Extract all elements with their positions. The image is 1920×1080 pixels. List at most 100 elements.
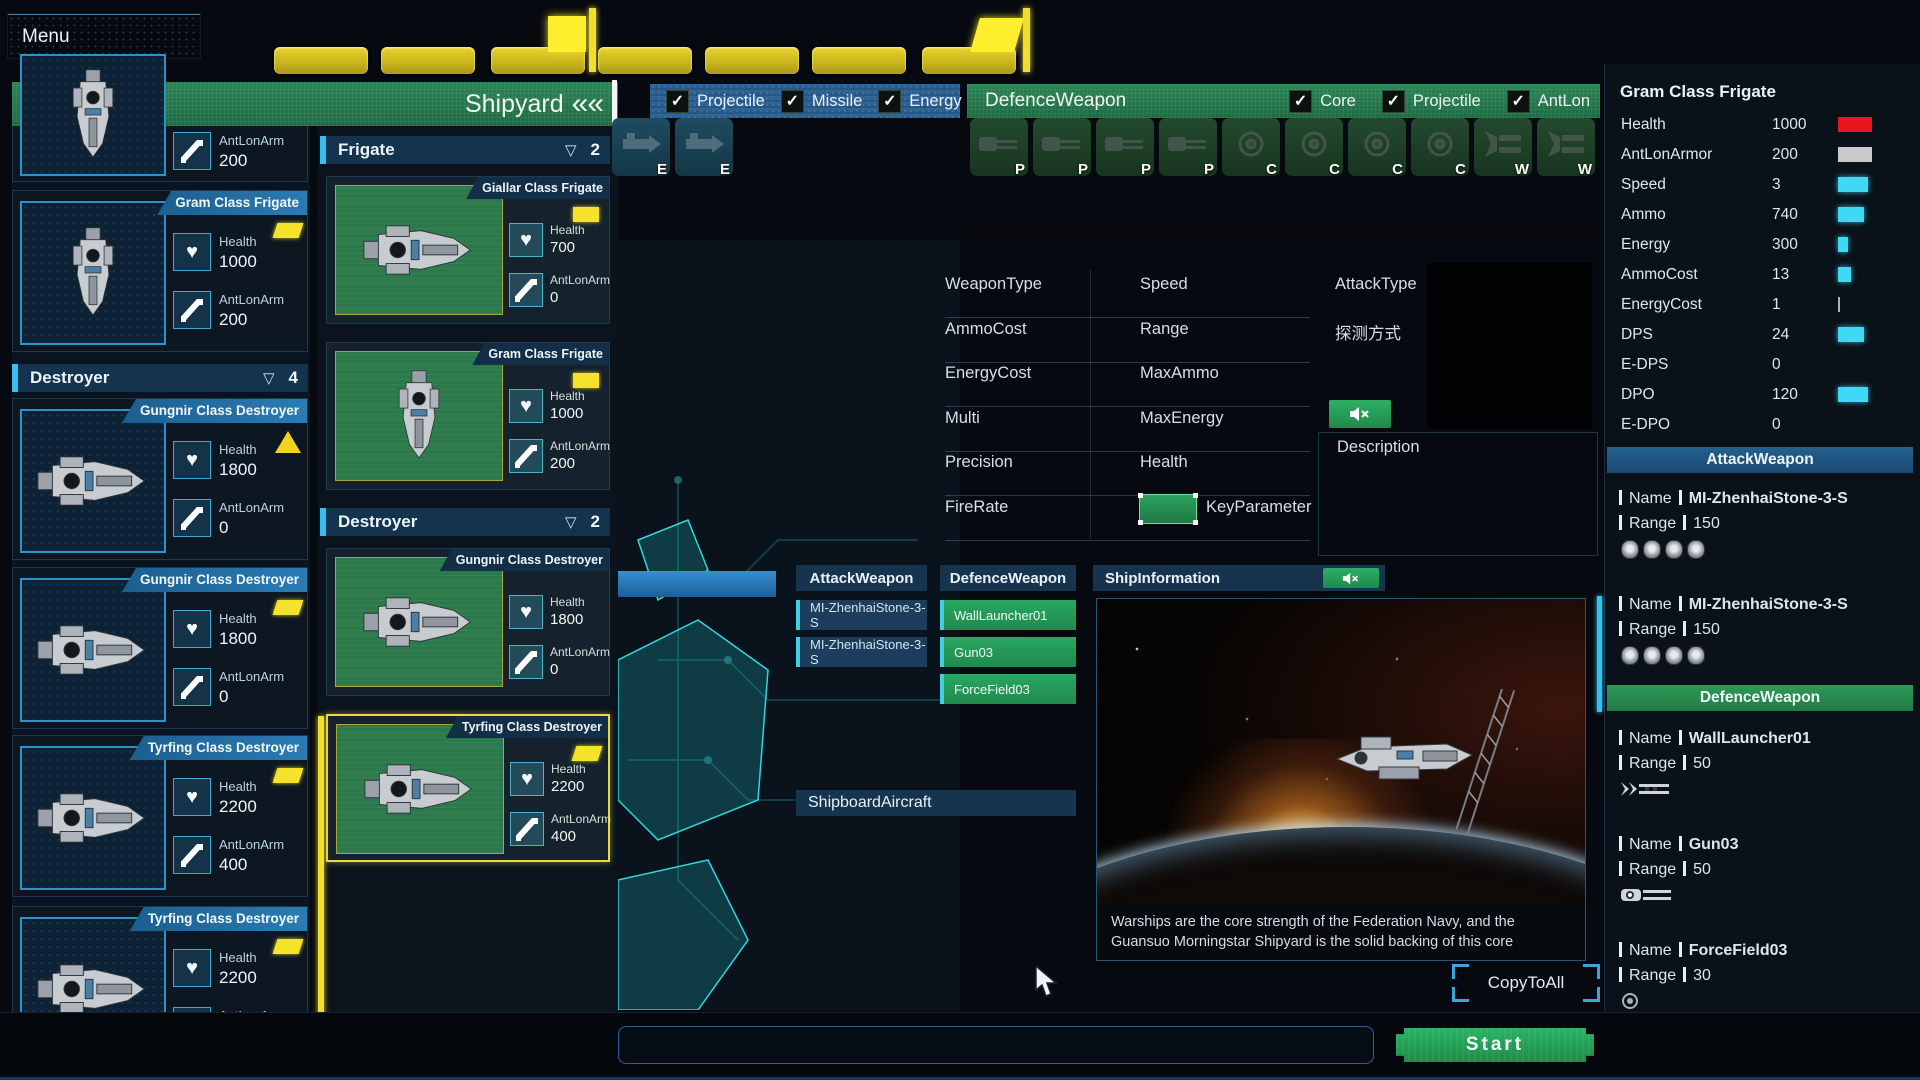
weapon-tile-p-0[interactable]: P <box>970 118 1028 176</box>
health-label: Health <box>219 442 257 457</box>
stat-text: AntLonArm200 <box>219 291 284 330</box>
yard-ship-card[interactable]: Tyrfing Class Destroyer♥Health2200 AntLo… <box>326 714 610 862</box>
yellow-button[interactable] <box>381 47 475 74</box>
command-input[interactable] <box>618 1026 1374 1064</box>
yellow-button[interactable] <box>705 47 799 74</box>
weapon-tile-w-9[interactable]: W <box>1537 118 1595 176</box>
weapon-tile-c-7[interactable]: C <box>1411 118 1469 176</box>
attack-weapon-section-header[interactable]: AttackWeapon <box>1607 447 1913 473</box>
yard-ship-card[interactable]: Giallar Class Frigate♥Health700 AntLonAr… <box>326 176 610 324</box>
stats-scrollbar[interactable] <box>1597 596 1602 712</box>
weapon-tile-p-1[interactable]: P <box>1033 118 1091 176</box>
filter-checkbox-projectile[interactable]: ✓Projectile <box>666 90 765 113</box>
health-heart-icon: ♥ <box>186 449 198 472</box>
filter-checkbox-energy[interactable]: ✓Energy <box>878 90 961 113</box>
stat-bar <box>1838 237 1848 252</box>
fleet-ship-card[interactable]: Gungnir Class Destroyer♥Health1800 AntLo… <box>12 398 308 560</box>
filter-checkbox-core[interactable]: ✓Core <box>1289 90 1356 113</box>
mute-button[interactable] <box>1323 568 1379 588</box>
defence-weapon-header[interactable]: DefenceWeapon <box>940 565 1076 591</box>
armor-stat: AntLonArm400 <box>173 836 284 875</box>
armor-slash-icon <box>180 506 204 530</box>
weapon-tile-p-3[interactable]: P <box>1159 118 1217 176</box>
attack-weapon-header[interactable]: AttackWeapon <box>796 565 927 591</box>
row-separator <box>945 362 1310 363</box>
copy-to-all-button[interactable]: CopyToAll <box>1452 964 1600 1002</box>
attack-weapon-slot[interactable]: MI-ZhenhaiStone-3-S <box>796 600 927 630</box>
defence-weapon-slot[interactable]: ForceField03 <box>940 674 1076 704</box>
stat-text: AntLonArm400 <box>219 836 284 875</box>
yard-section-destroyer[interactable]: Destroyer▽2 <box>326 508 610 536</box>
armor-value: 0 <box>550 661 610 678</box>
mute-button[interactable] <box>1329 400 1391 428</box>
c-weapon-icon <box>1292 127 1336 161</box>
weapon-tile-c-5[interactable]: C <box>1285 118 1343 176</box>
health-heart-icon: ♥ <box>520 395 532 418</box>
selected-blueprint-tab[interactable] <box>618 571 776 597</box>
ship-name-banner: Tyrfing Class Destroyer <box>446 716 608 738</box>
armor-label: AntLonArm <box>219 292 284 307</box>
defence-weapon-slot[interactable]: Gun03 <box>940 637 1076 667</box>
armor-icon-box <box>173 668 211 706</box>
yard-section-frigate[interactable]: Frigate▽2 <box>326 136 610 164</box>
ship-thumbnail <box>395 368 443 465</box>
key-parameter-box[interactable] <box>1139 494 1197 524</box>
checkbox-check-icon: ✓ <box>1289 90 1312 113</box>
collapse-triangle-icon: ▽ <box>263 369 275 387</box>
defence-weapon-slot[interactable]: WallLauncher01 <box>940 600 1076 630</box>
attack-weapon-slot[interactable]: MI-ZhenhaiStone-3-S <box>796 637 927 667</box>
yellow-button[interactable] <box>598 47 692 74</box>
weapon-tile-p-2[interactable]: P <box>1096 118 1154 176</box>
armor-stat: AntLonArm0 <box>509 273 610 307</box>
collapse-chevrons-icon[interactable]: « <box>572 87 586 121</box>
param-label: FireRate <box>945 498 1008 517</box>
start-button[interactable]: Start <box>1396 1028 1594 1062</box>
param-label: Range <box>1140 320 1189 339</box>
divider <box>1683 515 1686 530</box>
section-label: Destroyer <box>338 512 565 532</box>
filter-checkbox-projectile[interactable]: ✓Projectile <box>1382 90 1481 113</box>
weapon-tile-c-4[interactable]: C <box>1222 118 1280 176</box>
defence-weapon-section-header[interactable]: DefenceWeapon <box>1607 685 1913 711</box>
stat-bar <box>1838 267 1851 282</box>
health-icon-box: ♥ <box>173 778 211 816</box>
fleet-section-destroyer[interactable]: Destroyer▽4 <box>18 364 308 392</box>
health-heart-icon: ♥ <box>520 229 532 252</box>
checkbox-check-icon: ✓ <box>1382 90 1405 113</box>
weapon-tile-c-6[interactable]: C <box>1348 118 1406 176</box>
ship-name-banner: Gungnir Class Destroyer <box>122 568 307 592</box>
yellow-button[interactable] <box>812 47 906 74</box>
yard-ship-card[interactable]: Gungnir Class Destroyer♥Health1800 AntLo… <box>326 548 610 696</box>
weapon-tile-energy[interactable]: E <box>675 118 733 176</box>
health-icon-box: ♥ <box>509 223 543 257</box>
health-stat: ♥Health1800 <box>509 595 585 629</box>
ship-information-header: ShipInformation <box>1093 565 1385 591</box>
shipboard-aircraft-header[interactable]: ShipboardAircraft <box>796 790 1076 816</box>
armor-stat: AntLonArm200 <box>509 439 610 473</box>
weapon-tile-w-8[interactable]: W <box>1474 118 1532 176</box>
fleet-ship-card[interactable]: Tyrfing Class Destroyer♥Health2200 AntLo… <box>12 735 308 897</box>
filter-checkbox-antlon[interactable]: ✓AntLon <box>1507 90 1590 113</box>
yard-ship-card[interactable]: Gram Class Frigate♥Health1000 AntLonArm2… <box>326 342 610 490</box>
divider <box>1619 515 1622 530</box>
selection-handle <box>1138 493 1143 498</box>
fleet-ship-card[interactable]: Gungnir Class Destroyer♥Health1800 AntLo… <box>12 567 308 729</box>
flag-marker-icon <box>273 223 304 238</box>
ship-thumbnail <box>34 960 152 1018</box>
armor-value: 400 <box>551 828 611 845</box>
menu-button[interactable]: Menu <box>8 14 200 58</box>
filter-checkbox-missile[interactable]: ✓Missile <box>781 90 862 113</box>
yellow-button[interactable] <box>274 47 368 74</box>
health-label: Health <box>219 950 257 965</box>
weapon-tile-energy[interactable]: E <box>612 118 670 176</box>
ship-image-box <box>336 724 504 854</box>
fleet-ship-card-partial[interactable]: AntLonArm200 <box>12 126 308 182</box>
fleet-ship-card[interactable]: Gram Class Frigate♥Health1000 AntLonArm2… <box>12 190 308 352</box>
health-value: 1000 <box>550 405 585 422</box>
stat-bar <box>1838 207 1864 222</box>
w-weapon-icon <box>1481 127 1525 161</box>
ship-thumbnail <box>360 221 478 279</box>
shipyard-tab[interactable]: Shipyard «« <box>465 87 604 121</box>
selection-handle <box>1138 520 1143 525</box>
bracket-decoration <box>1583 987 1600 1002</box>
